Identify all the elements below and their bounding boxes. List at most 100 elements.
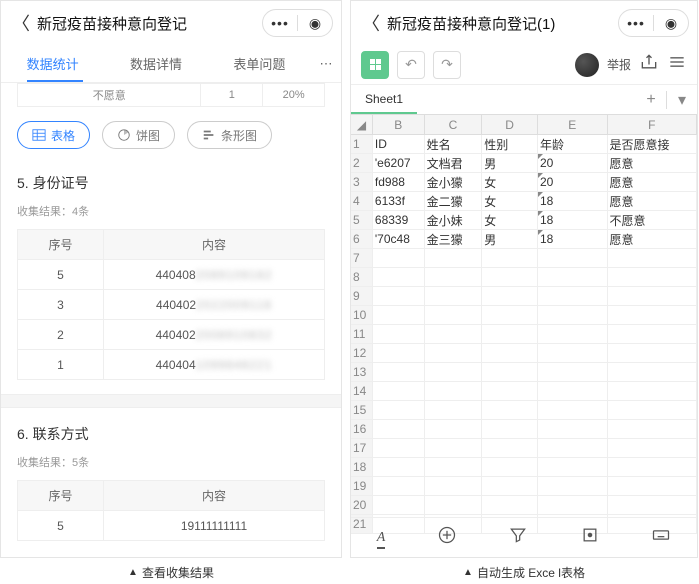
cell[interactable] bbox=[482, 458, 538, 476]
grid-row[interactable]: 1ID姓名性别年龄是否愿意接 bbox=[351, 135, 697, 154]
grid-row[interactable]: 6'70c48金三獴男18愿意 bbox=[351, 230, 697, 249]
cell[interactable]: 女 bbox=[482, 211, 538, 229]
row-number[interactable]: 11 bbox=[351, 325, 373, 343]
undo-button[interactable]: ↶ bbox=[397, 51, 425, 79]
row-number[interactable]: 6 bbox=[351, 230, 373, 248]
cell[interactable] bbox=[538, 363, 608, 381]
cell[interactable]: 金三獴 bbox=[425, 230, 483, 248]
cell[interactable] bbox=[608, 363, 697, 381]
cell[interactable] bbox=[425, 344, 483, 362]
add-button[interactable] bbox=[437, 525, 457, 550]
close-target-icon[interactable]: ◉ bbox=[654, 15, 688, 32]
cell[interactable] bbox=[425, 401, 483, 419]
cell[interactable] bbox=[425, 458, 483, 476]
grid-row[interactable]: 7 bbox=[351, 249, 697, 268]
grid-row[interactable]: 9 bbox=[351, 287, 697, 306]
keyboard-button[interactable] bbox=[651, 525, 671, 550]
cell[interactable]: 女 bbox=[482, 192, 538, 210]
cell[interactable]: 金二獴 bbox=[425, 192, 483, 210]
row-number[interactable]: 13 bbox=[351, 363, 373, 381]
cell[interactable] bbox=[425, 420, 483, 438]
cell[interactable] bbox=[538, 306, 608, 324]
cell[interactable] bbox=[425, 382, 483, 400]
cell[interactable] bbox=[425, 249, 483, 267]
cell[interactable]: 18 bbox=[538, 192, 608, 210]
cell[interactable] bbox=[482, 401, 538, 419]
cell[interactable]: 68339 bbox=[373, 211, 425, 229]
cell[interactable] bbox=[373, 401, 425, 419]
add-sheet-button[interactable]: + bbox=[636, 91, 666, 109]
cell[interactable]: 20 bbox=[538, 173, 608, 191]
cell[interactable]: 6133f bbox=[373, 192, 425, 210]
cell[interactable] bbox=[373, 496, 425, 514]
grid-row[interactable]: 2'e6207文档君男20愿意 bbox=[351, 154, 697, 173]
cell[interactable] bbox=[538, 477, 608, 495]
capsule-menu[interactable]: ••• ◉ bbox=[618, 9, 689, 37]
chart-table-button[interactable]: 表格 bbox=[17, 121, 90, 149]
cell[interactable]: 不愿意 bbox=[608, 211, 697, 229]
cell[interactable]: 18 bbox=[538, 211, 608, 229]
cell[interactable] bbox=[608, 477, 697, 495]
cell[interactable]: 金小妹 bbox=[425, 211, 483, 229]
tab-questions[interactable]: 表单问题 bbox=[208, 54, 311, 73]
cell[interactable] bbox=[373, 344, 425, 362]
sheet-dropdown-icon[interactable]: ▾ bbox=[667, 90, 697, 110]
col-E[interactable]: E bbox=[538, 115, 608, 134]
cell[interactable] bbox=[482, 249, 538, 267]
cell[interactable] bbox=[425, 363, 483, 381]
row-number[interactable]: 5 bbox=[351, 211, 373, 229]
grid-row[interactable]: 46133f金二獴女18愿意 bbox=[351, 192, 697, 211]
more-icon[interactable]: ••• bbox=[619, 15, 653, 31]
cell[interactable] bbox=[373, 363, 425, 381]
col-F[interactable]: F bbox=[608, 115, 697, 134]
cell[interactable]: 愿意 bbox=[608, 173, 697, 191]
cell[interactable] bbox=[482, 439, 538, 457]
cell[interactable] bbox=[373, 439, 425, 457]
cell[interactable] bbox=[538, 496, 608, 514]
grid-row[interactable]: 15 bbox=[351, 401, 697, 420]
corner-cell[interactable]: ◢ bbox=[351, 115, 373, 134]
row-number[interactable]: 7 bbox=[351, 249, 373, 267]
cell[interactable] bbox=[482, 306, 538, 324]
grid-row[interactable]: 20 bbox=[351, 496, 697, 515]
cell[interactable] bbox=[608, 496, 697, 514]
cell[interactable] bbox=[608, 287, 697, 305]
grid-row[interactable]: 10 bbox=[351, 306, 697, 325]
col-B[interactable]: B bbox=[373, 115, 425, 134]
cell[interactable] bbox=[373, 477, 425, 495]
font-button[interactable]: A bbox=[377, 530, 386, 546]
col-D[interactable]: D bbox=[482, 115, 538, 134]
cell[interactable]: 金小獴 bbox=[425, 173, 483, 191]
cell[interactable] bbox=[608, 344, 697, 362]
cell[interactable] bbox=[608, 325, 697, 343]
grid-row[interactable]: 14 bbox=[351, 382, 697, 401]
cell[interactable]: 女 bbox=[482, 173, 538, 191]
cell[interactable] bbox=[538, 420, 608, 438]
cell[interactable]: 20 bbox=[538, 154, 608, 172]
cell[interactable] bbox=[373, 287, 425, 305]
cell[interactable]: 'e6207 bbox=[373, 154, 425, 172]
redo-button[interactable]: ↷ bbox=[433, 51, 461, 79]
cell[interactable] bbox=[608, 382, 697, 400]
chart-bar-button[interactable]: 条形图 bbox=[187, 121, 272, 149]
cell[interactable] bbox=[482, 363, 538, 381]
row-number[interactable]: 8 bbox=[351, 268, 373, 286]
cell[interactable] bbox=[425, 325, 483, 343]
scan-button[interactable] bbox=[580, 525, 600, 550]
view-grid-button[interactable] bbox=[361, 51, 389, 79]
spreadsheet[interactable]: ◢ B C D E F 1ID姓名性别年龄是否愿意接2'e6207文档君男20愿… bbox=[351, 115, 697, 534]
row-number[interactable]: 19 bbox=[351, 477, 373, 495]
cell[interactable]: 愿意 bbox=[608, 230, 697, 248]
cell[interactable] bbox=[538, 401, 608, 419]
capsule-menu[interactable]: ••• ◉ bbox=[262, 9, 333, 37]
cell[interactable] bbox=[608, 268, 697, 286]
cell[interactable]: ID bbox=[373, 135, 425, 153]
cell[interactable] bbox=[608, 401, 697, 419]
row-number[interactable]: 1 bbox=[351, 135, 373, 153]
cell[interactable]: 是否愿意接 bbox=[608, 135, 697, 153]
cell[interactable] bbox=[425, 287, 483, 305]
cell[interactable] bbox=[373, 268, 425, 286]
cell[interactable] bbox=[482, 420, 538, 438]
row-number[interactable]: 18 bbox=[351, 458, 373, 476]
cell[interactable] bbox=[608, 306, 697, 324]
